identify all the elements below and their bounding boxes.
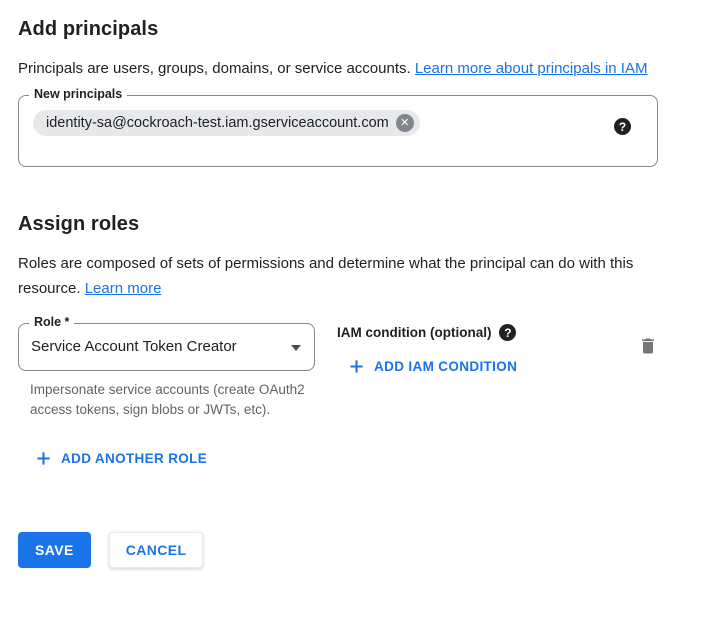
cancel-button[interactable]: CANCEL xyxy=(109,532,204,568)
role-label: Role * xyxy=(29,315,74,330)
learn-more-principals-link[interactable]: Learn more about principals in IAM xyxy=(415,60,648,77)
new-principals-field[interactable]: New principals identity-sa@cockroach-tes… xyxy=(18,95,658,167)
help-icon[interactable]: ? xyxy=(614,118,631,135)
close-icon[interactable]: ✕ xyxy=(396,114,414,132)
add-iam-condition-button[interactable]: ADD IAM CONDITION xyxy=(348,358,517,375)
principals-description-text: Principals are users, groups, domains, o… xyxy=(18,60,415,77)
trash-icon xyxy=(638,336,658,356)
role-select[interactable]: Role * Service Account Token Creator xyxy=(18,323,315,371)
iam-condition-label-row: IAM condition (optional) ? xyxy=(337,324,517,341)
add-another-role-label: ADD ANOTHER ROLE xyxy=(61,451,207,466)
principals-description: Principals are users, groups, domains, o… xyxy=(18,56,670,81)
save-button[interactable]: SAVE xyxy=(18,532,91,568)
chevron-down-icon xyxy=(291,345,301,351)
iam-condition-column: IAM condition (optional) ? ADD IAM CONDI… xyxy=(337,323,517,380)
add-another-role-button[interactable]: ADD ANOTHER ROLE xyxy=(35,450,207,467)
principal-chip-text: identity-sa@cockroach-test.iam.gservicea… xyxy=(46,115,389,131)
role-selected-value: Service Account Token Creator xyxy=(31,338,237,355)
plus-icon xyxy=(348,358,365,375)
iam-condition-label: IAM condition (optional) xyxy=(337,325,491,340)
add-principals-panel: Add principals Principals are users, gro… xyxy=(0,0,713,568)
delete-role-button[interactable] xyxy=(636,334,660,361)
new-principals-label: New principals xyxy=(29,87,127,102)
page-title: Add principals xyxy=(18,16,713,42)
role-binding-row: Role * Service Account Token Creator Imp… xyxy=(18,323,713,420)
principal-chip: identity-sa@cockroach-test.iam.gservicea… xyxy=(33,110,420,136)
role-help-text: Impersonate service accounts (create OAu… xyxy=(30,380,310,420)
assign-roles-title: Assign roles xyxy=(18,211,713,237)
learn-more-roles-link[interactable]: Learn more xyxy=(85,280,162,297)
roles-description: Roles are composed of sets of permission… xyxy=(18,251,670,301)
role-column: Role * Service Account Token Creator Imp… xyxy=(18,323,315,420)
add-iam-condition-label: ADD IAM CONDITION xyxy=(374,359,517,374)
help-icon[interactable]: ? xyxy=(499,324,516,341)
footer-actions: SAVE CANCEL xyxy=(18,532,713,568)
plus-icon xyxy=(35,450,52,467)
